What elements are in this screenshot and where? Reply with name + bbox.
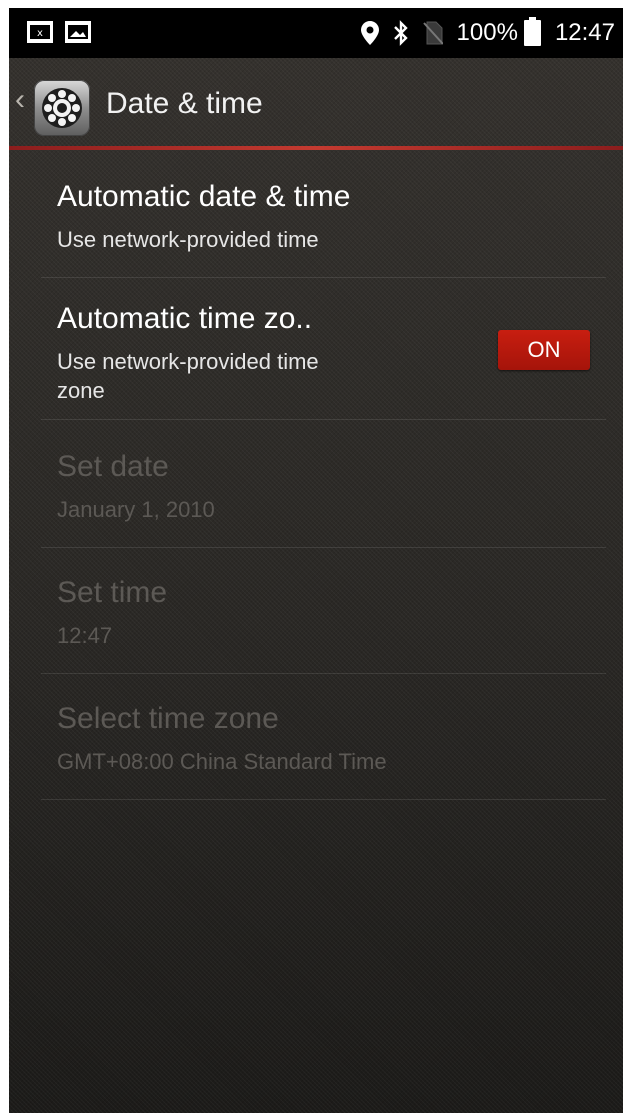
debug-notification-icon: x bbox=[27, 21, 53, 43]
setting-automatic-date-time[interactable]: Automatic date & time Use network-provid… bbox=[41, 150, 606, 278]
clock: 12:47 bbox=[554, 19, 615, 46]
battery-percent: 100% bbox=[456, 19, 518, 46]
setting-summary: GMT+08:00 China Standard Time bbox=[57, 749, 387, 774]
image-notification-icon bbox=[65, 21, 91, 43]
setting-title: Select time zone bbox=[57, 702, 279, 735]
setting-summary: Use network-provided time bbox=[57, 227, 319, 252]
setting-title: Automatic date & time bbox=[57, 180, 351, 213]
setting-automatic-time-zone[interactable]: Automatic time zo.. Use network-provided… bbox=[41, 278, 606, 420]
setting-title: Automatic time zo.. bbox=[57, 302, 313, 335]
setting-summary: Use network-provided time zone bbox=[57, 349, 319, 403]
setting-select-time-zone[interactable]: Select time zone GMT+08:00 China Standar… bbox=[41, 674, 606, 800]
setting-summary: 12:47 bbox=[57, 623, 113, 648]
no-sim-icon bbox=[422, 21, 443, 45]
action-bar[interactable]: ‹ Date & time bbox=[9, 58, 623, 148]
phone-screen: x 100% 12:47 ‹ Date & time Automatic dat… bbox=[9, 8, 623, 1113]
setting-set-date[interactable]: Set date January 1, 2010 bbox=[41, 420, 606, 548]
bluetooth-icon bbox=[393, 20, 408, 46]
setting-summary: January 1, 2010 bbox=[57, 497, 215, 522]
auto-time-zone-toggle[interactable]: ON bbox=[498, 330, 590, 370]
svg-text:x: x bbox=[37, 28, 43, 39]
setting-set-time[interactable]: Set time 12:47 bbox=[41, 548, 606, 674]
battery-icon bbox=[523, 17, 541, 46]
page-title: Date & time bbox=[106, 87, 263, 120]
setting-title: Set date bbox=[57, 450, 169, 483]
status-bar: x 100% 12:47 bbox=[9, 8, 623, 58]
chevron-left-icon[interactable]: ‹ bbox=[15, 85, 25, 115]
setting-title: Set time bbox=[57, 576, 168, 609]
location-icon bbox=[360, 21, 379, 45]
settings-gear-icon[interactable] bbox=[34, 80, 90, 136]
